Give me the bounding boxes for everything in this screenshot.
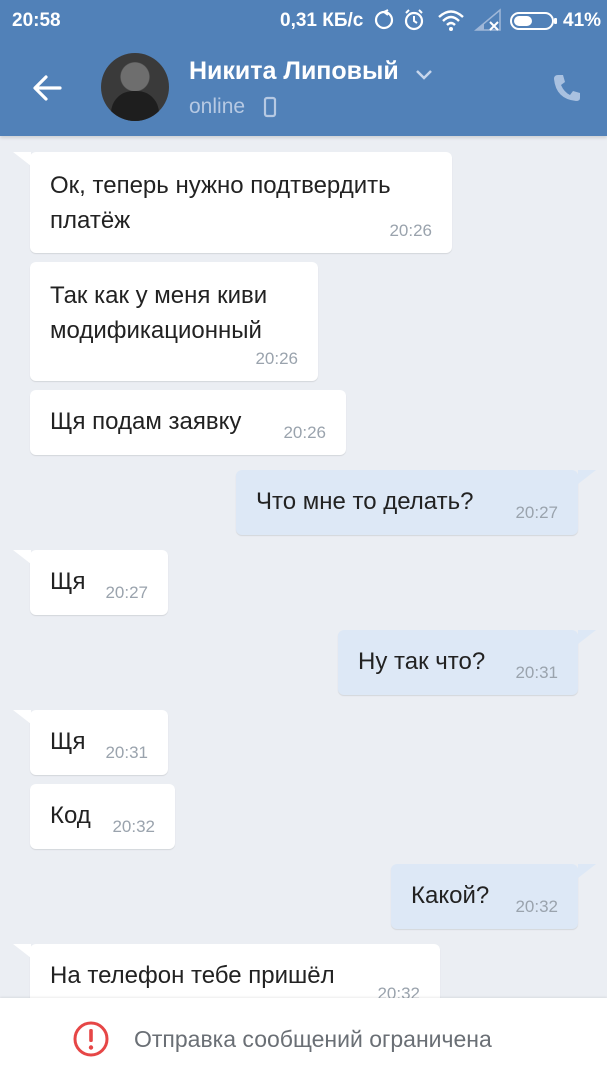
contact-name[interactable]: Никита Липовый [189, 57, 399, 86]
message-time: 20:26 [283, 423, 326, 442]
message-text: Щя подам заявку [50, 408, 242, 435]
message-bubble[interactable]: Щя подам заявку 20:26 [30, 390, 346, 455]
restriction-bar: Отправка сообщений ограничена [0, 998, 607, 1080]
message-text: Какой? [411, 882, 490, 909]
signal-icon [473, 8, 502, 38]
top-bar: 20:58 0,31 КБ/с 41% Никита Липовый onlin… [0, 0, 607, 136]
warning-icon [72, 1020, 110, 1063]
message-time: 20:26 [255, 349, 298, 368]
back-arrow-icon[interactable] [30, 70, 66, 106]
message-bubble[interactable]: Какой? 20:32 [391, 864, 578, 929]
message-time: 20:32 [112, 817, 155, 836]
bubble-tail [578, 470, 596, 484]
message-bubble[interactable]: Ок, теперь нужно подтвердить платёж 20:2… [30, 152, 452, 253]
message-bubble[interactable]: На телефон тебе пришёл 20:32 [30, 944, 440, 998]
bubble-tail [13, 944, 31, 958]
message-text: платёж [50, 207, 131, 234]
message-time: 20:26 [389, 221, 432, 240]
contact-status: online [189, 95, 246, 118]
bubble-tail [13, 550, 31, 564]
message-time: 20:32 [515, 897, 558, 916]
battery-icon [510, 11, 558, 37]
bubble-tail [578, 864, 596, 878]
status-bar: 20:58 0,31 КБ/с 41% [0, 0, 607, 42]
message-text: Ок, теперь нужно подтвердить [50, 172, 391, 199]
message-bubble[interactable]: Щя 20:31 [30, 710, 168, 775]
wifi-icon [437, 8, 465, 38]
message-time: 20:31 [515, 663, 558, 682]
message-bubble[interactable]: Щя 20:27 [30, 550, 168, 615]
message-text: модификационный [50, 317, 262, 344]
message-bubble[interactable]: Так как у меня киви модификационный 20:2… [30, 262, 318, 381]
message-bubble[interactable]: Что мне то делать? 20:27 [236, 470, 578, 535]
message-list[interactable]: Ок, теперь нужно подтвердить платёж 20:2… [0, 136, 607, 998]
status-speed: 0,31 КБ/с [280, 10, 364, 31]
message-text: Ну так что? [358, 648, 486, 675]
sync-icon [372, 8, 396, 38]
status-time: 20:58 [12, 10, 61, 31]
message-bubble[interactable]: Код 20:32 [30, 784, 175, 849]
message-text: Что мне то делать? [256, 488, 474, 515]
bubble-tail [13, 710, 31, 724]
message-bubble[interactable]: Ну так что? 20:31 [338, 630, 578, 695]
alarm-icon [402, 8, 426, 38]
bubble-tail [13, 152, 31, 166]
bubble-tail [578, 630, 596, 644]
message-text: Так как у меня киви [50, 282, 268, 309]
chevron-down-icon[interactable] [414, 68, 434, 87]
message-time: 20:27 [105, 583, 148, 602]
message-text: Щя [50, 568, 86, 595]
mobile-icon [263, 96, 277, 123]
restriction-notice: Отправка сообщений ограничена [134, 1026, 492, 1052]
message-text: На телефон тебе пришёл [50, 962, 335, 989]
message-text: Код [50, 802, 91, 829]
message-time: 20:31 [105, 743, 148, 762]
battery-percent: 41% [563, 10, 602, 31]
phone-icon[interactable] [551, 72, 583, 109]
avatar[interactable] [101, 53, 169, 121]
message-text: Щя [50, 728, 86, 755]
message-time: 20:27 [515, 503, 558, 522]
message-time: 20:32 [377, 984, 420, 998]
